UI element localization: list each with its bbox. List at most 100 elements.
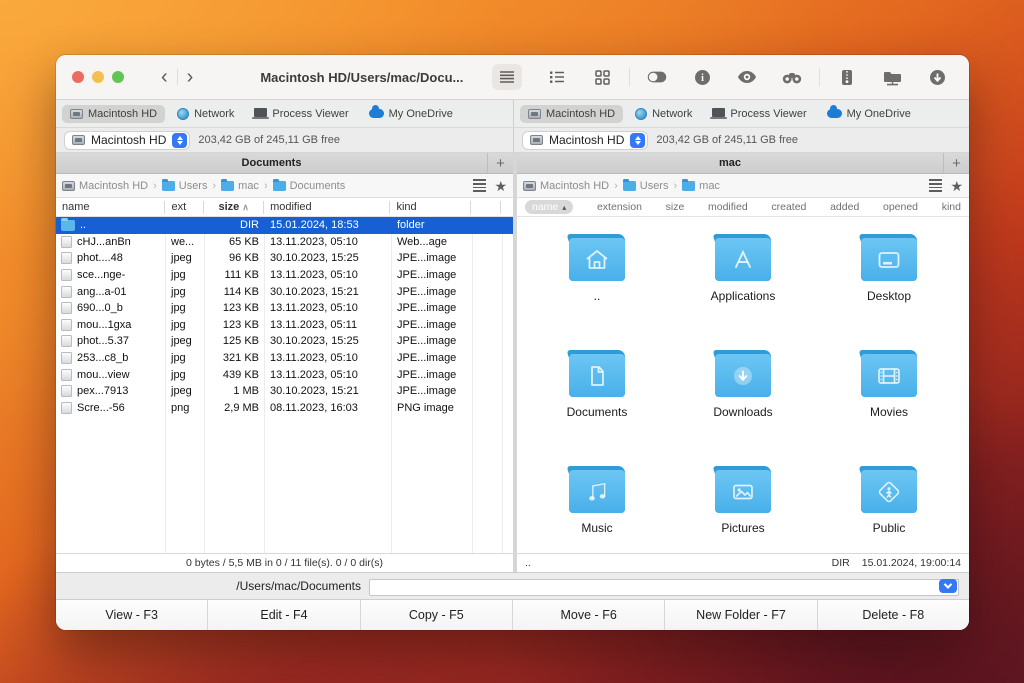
folder-label: Applications [711, 289, 776, 303]
column-header-kind[interactable]: kind [942, 201, 961, 213]
grid-item-applications[interactable]: Applications [670, 231, 816, 347]
column-header-created[interactable]: created [771, 201, 806, 213]
table-row[interactable]: cHJ...anBn we... 65 KB 13.11.2023, 05:10… [56, 234, 513, 251]
back-icon[interactable]: ‹ [152, 67, 177, 87]
cloud-icon [369, 109, 384, 118]
tab-my-onedrive[interactable]: My OneDrive [361, 105, 461, 123]
grid-view-icon[interactable] [592, 67, 612, 87]
tab-network[interactable]: Network [169, 105, 242, 123]
tab-label: Macintosh HD [546, 108, 615, 120]
tab-label: Network [194, 108, 234, 120]
image-file-icon [61, 369, 72, 381]
pane-tab-mac[interactable]: mac [517, 153, 943, 173]
tab-label: My OneDrive [389, 108, 453, 120]
column-header-modified[interactable]: modified [264, 201, 390, 214]
column-header-name[interactable]: name [56, 201, 165, 214]
tab-macintosh-hd[interactable]: Macintosh HD [520, 105, 623, 123]
drive-icon [530, 135, 543, 145]
breadcrumb-item[interactable]: Documents [273, 180, 346, 192]
tab-process-viewer[interactable]: Process Viewer [246, 105, 356, 123]
archive-icon[interactable] [837, 67, 857, 87]
grid-item-documents[interactable]: Documents [524, 347, 670, 463]
breadcrumb-item[interactable]: mac [221, 180, 259, 192]
breadcrumb-item[interactable]: Macintosh HD [62, 180, 148, 192]
command-input[interactable] [369, 579, 959, 596]
table-row[interactable]: mou...1gxa jpg 123 KB 13.11.2023, 05:11 … [56, 317, 513, 334]
globe-icon [635, 108, 647, 120]
favorites-star-icon[interactable]: ★ [950, 179, 963, 193]
pane-tab-documents[interactable]: Documents [56, 153, 487, 173]
menu-icon[interactable] [929, 179, 942, 191]
grid-item-desktop[interactable]: Desktop [816, 231, 962, 347]
grid-item-movies[interactable]: Movies [816, 347, 962, 463]
copy-f5-button[interactable]: Copy - F5 [361, 600, 513, 630]
minimize-window-button[interactable] [92, 71, 104, 83]
breadcrumb-item[interactable]: mac [682, 180, 720, 192]
table-row[interactable]: sce...nge- jpg 111 KB 13.11.2023, 05:10 … [56, 267, 513, 284]
breadcrumb-item[interactable]: Users [162, 180, 208, 192]
table-row[interactable]: 690...0_b jpg 123 KB 13.11.2023, 05:10 J… [56, 300, 513, 317]
tab-my-onedrive[interactable]: My OneDrive [819, 105, 919, 123]
table-row[interactable]: pex...7913 jpeg 1 MB 30.10.2023, 15:21 J… [56, 383, 513, 400]
download-icon[interactable] [927, 67, 947, 87]
eye-icon[interactable] [737, 67, 757, 87]
table-row[interactable]: Scre...-56 png 2,9 MB 08.11.2023, 16:03 … [56, 400, 513, 417]
table-row[interactable]: mou...view jpg 439 KB 13.11.2023, 05:10 … [56, 366, 513, 383]
item-size-label: DIR [832, 557, 850, 569]
grid-item-music[interactable]: Music [524, 463, 670, 553]
tab-process-viewer[interactable]: Process Viewer [704, 105, 814, 123]
menu-icon[interactable] [473, 179, 486, 191]
view-f3-button[interactable]: View - F3 [56, 600, 208, 630]
tab-macintosh-hd[interactable]: Macintosh HD [62, 105, 165, 123]
folder-icon [861, 239, 917, 281]
current-path-label: /Users/mac/Documents [66, 579, 361, 593]
tab-network[interactable]: Network [627, 105, 700, 123]
edit-f4-button[interactable]: Edit - F4 [208, 600, 360, 630]
file-manager-window: ‹ › Macintosh HD/Users/mac/Docu... [56, 55, 969, 630]
breadcrumb-item[interactable]: Macintosh HD [523, 180, 609, 192]
info-icon[interactable]: i [692, 67, 712, 87]
free-space-label: 203,42 GB of 245,11 GB free [198, 134, 340, 146]
column-header-size[interactable]: size∧ [204, 201, 264, 214]
image-file-icon [61, 385, 72, 397]
column-header-ext[interactable]: ext [165, 201, 204, 214]
column-header-added[interactable]: added [830, 201, 859, 213]
drive-select-dropdown[interactable]: Macintosh HD [522, 131, 648, 150]
column-header-opened[interactable]: opened [883, 201, 918, 213]
device-tab-row: Macintosh HD Network Process Viewer My O… [56, 100, 969, 128]
table-row[interactable]: 253...c8_b jpg 321 KB 13.11.2023, 05:10 … [56, 350, 513, 367]
breadcrumb-item[interactable]: Users [623, 180, 669, 192]
grid-item-parent[interactable]: .. [524, 231, 670, 347]
detail-view-icon[interactable] [547, 67, 567, 87]
toggle-switch-icon[interactable] [647, 67, 667, 87]
command-history-dropdown-icon[interactable] [939, 579, 957, 593]
selected-item-label: .. [525, 557, 531, 569]
new-folder-f7-button[interactable]: New Folder - F7 [665, 600, 817, 630]
close-window-button[interactable] [72, 71, 84, 83]
table-row[interactable]: phot....48 jpeg 96 KB 30.10.2023, 15:25 … [56, 250, 513, 267]
grid-item-downloads[interactable]: Downloads [670, 347, 816, 463]
forward-icon[interactable]: › [178, 67, 203, 87]
toolbar: i [492, 64, 947, 90]
column-header-name[interactable]: name▴ [525, 200, 573, 214]
search-binoculars-icon[interactable] [782, 67, 802, 87]
add-tab-icon[interactable]: + [943, 153, 969, 173]
appstore-icon [730, 248, 756, 272]
move-f6-button[interactable]: Move - F6 [513, 600, 665, 630]
column-header-size[interactable]: size [666, 201, 685, 213]
add-tab-icon[interactable]: + [487, 153, 513, 173]
grid-item-pictures[interactable]: Pictures [670, 463, 816, 553]
favorites-star-icon[interactable]: ★ [494, 179, 507, 193]
drive-select-dropdown[interactable]: Macintosh HD [64, 131, 190, 150]
column-header-modified[interactable]: modified [708, 201, 748, 213]
grid-item-public[interactable]: Public [816, 463, 962, 553]
column-header-extension[interactable]: extension [597, 201, 642, 213]
list-view-icon[interactable] [492, 64, 522, 90]
column-header-kind[interactable]: kind [390, 201, 471, 214]
delete-f8-button[interactable]: Delete - F8 [818, 600, 969, 630]
network-folder-icon[interactable] [882, 67, 902, 87]
zoom-window-button[interactable] [112, 71, 124, 83]
table-row[interactable]: ang...a-01 jpg 114 KB 30.10.2023, 15:21 … [56, 283, 513, 300]
table-row[interactable]: .. DIR 15.01.2024, 18:53 folder [56, 217, 513, 234]
table-row[interactable]: phot...5.37 jpeg 125 KB 30.10.2023, 15:2… [56, 333, 513, 350]
